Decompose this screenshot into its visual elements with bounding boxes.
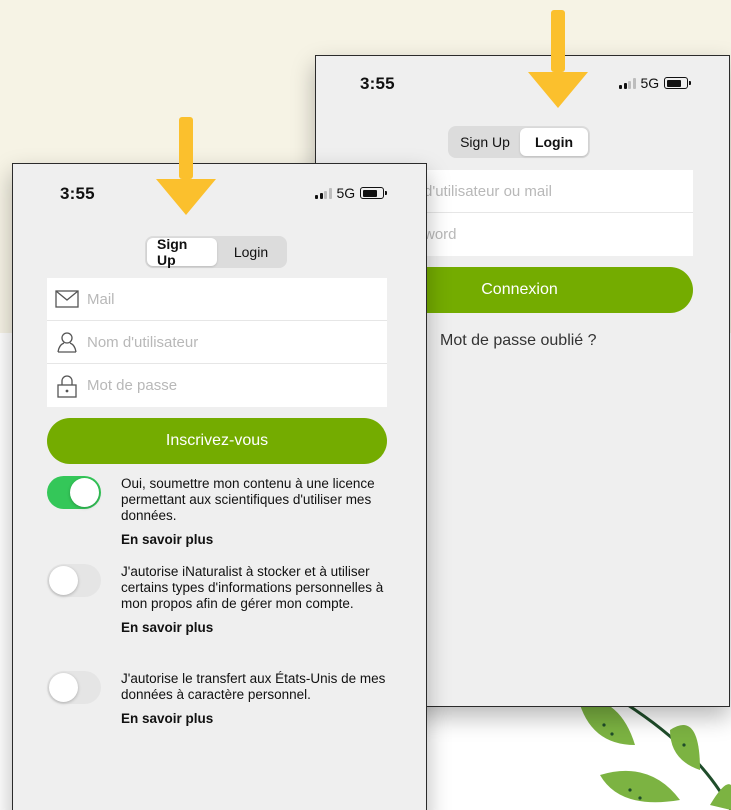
username-input[interactable]: Nom d'utilisateur: [47, 321, 387, 364]
consent-text: J'autorise le transfert aux États-Unis d…: [121, 671, 386, 702]
mail-placeholder: Mail: [87, 290, 115, 308]
status-indicators: 5G: [315, 185, 388, 201]
battery-icon: [360, 187, 388, 199]
network-label: 5G: [336, 185, 356, 201]
consent-text: Oui, soumettre mon contenu à une licence…: [121, 476, 375, 523]
tab-login[interactable]: Login: [217, 238, 285, 266]
password-placeholder: Mot de passe: [87, 377, 178, 394]
leaf-decoration: [578, 697, 731, 810]
mail-input[interactable]: Mail: [47, 278, 387, 321]
arrow-down-icon: [156, 117, 216, 215]
username-placeholder: Nom d'utilisateur: [87, 333, 199, 351]
data-transfer-toggle[interactable]: [47, 671, 101, 704]
signup-form: Mail Nom d'utilisateur Mot de passe: [47, 278, 387, 407]
learn-more-link[interactable]: En savoir plus: [121, 532, 391, 548]
password-input[interactable]: Mot de passe: [47, 364, 387, 407]
status-time: 3:55: [60, 184, 95, 203]
auth-tab-switcher: Sign Up Login: [448, 126, 590, 158]
tab-sign-up[interactable]: Sign Up: [450, 128, 520, 156]
person-icon: [55, 330, 79, 354]
signup-screen: 3:55 5G Sign Up Login Mail Nom d'utilisa…: [12, 163, 427, 810]
signal-icon: [315, 187, 332, 199]
learn-more-link[interactable]: En savoir plus: [121, 711, 391, 727]
license-toggle[interactable]: [47, 476, 101, 509]
status-indicators: 5G: [619, 75, 692, 91]
envelope-icon: [55, 287, 79, 311]
network-label: 5G: [640, 75, 660, 91]
forgot-password-link[interactable]: Mot de passe oublié ?: [440, 332, 597, 350]
tab-sign-up[interactable]: Sign Up: [147, 236, 217, 268]
tab-login[interactable]: Login: [520, 128, 588, 156]
consent-text: J'autorise iNaturalist à stocker et à ut…: [121, 564, 384, 611]
auth-tab-switcher: Sign Up Login: [145, 236, 287, 268]
arrow-down-icon: [528, 10, 588, 108]
signup-button[interactable]: Inscrivez-vous: [47, 418, 387, 464]
status-time: 3:55: [360, 74, 395, 93]
lock-icon: [55, 374, 79, 398]
personal-info-toggle[interactable]: [47, 564, 101, 597]
signal-icon: [619, 77, 636, 89]
learn-more-link[interactable]: En savoir plus: [121, 620, 391, 636]
battery-icon: [664, 77, 692, 89]
